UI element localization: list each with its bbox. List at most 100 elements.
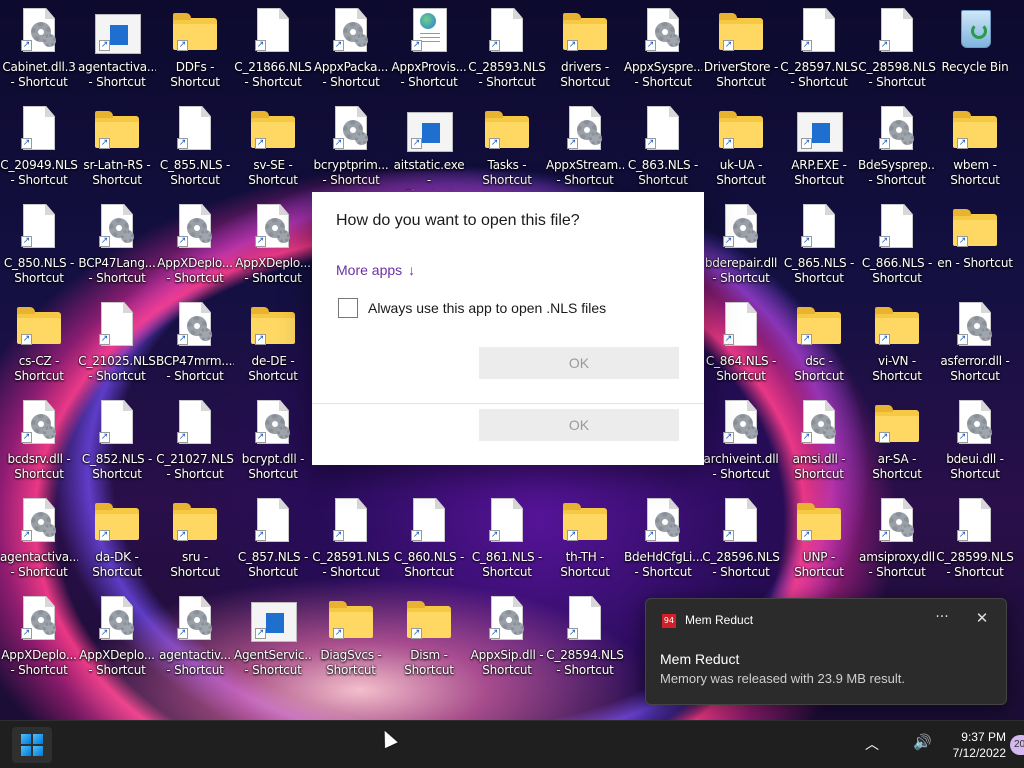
desktop-icon[interactable]: ↗ bcdsrv.dll - Shortcut <box>0 392 78 488</box>
desktop-icon[interactable]: ↗ uk-UA - Shortcut <box>702 98 780 194</box>
desktop-icon[interactable]: ↗ en - Shortcut <box>936 196 1014 292</box>
desktop-icon[interactable]: ↗ bcryptprim... - Shortcut <box>312 98 390 194</box>
taskbar-clock[interactable]: 9:37 PM 7/12/2022 <box>938 729 1006 761</box>
desktop-icon[interactable]: ↗ th-TH - Shortcut <box>546 490 624 586</box>
desktop-icon[interactable]: ↗ AppXDeplo... - Shortcut <box>78 588 156 684</box>
desktop-icon[interactable]: ↗ de-DE - Shortcut <box>234 294 312 390</box>
desktop-icon[interactable]: ↗ C_863.NLS - Shortcut <box>624 98 702 194</box>
desktop-icon[interactable]: ↗ C_21027.NLS - Shortcut <box>156 392 234 488</box>
desktop-icon[interactable]: ↗ C_28596.NLS - Shortcut <box>702 490 780 586</box>
close-icon[interactable]: ✕ <box>972 609 992 627</box>
desktop-icon[interactable]: ↗ C_20949.NLS - Shortcut <box>0 98 78 194</box>
desktop-icon[interactable]: ↗ Tasks - Shortcut <box>468 98 546 194</box>
desktop-icon[interactable]: ↗ C_28593.NLS - Shortcut <box>468 0 546 96</box>
desktop-icon[interactable]: ↗ asferror.dll - Shortcut <box>936 294 1014 390</box>
folder-file-icon: ↗ <box>563 8 607 60</box>
always-use-checkbox[interactable] <box>338 298 358 318</box>
desktop-icon[interactable]: ↗ bderepair.dll - Shortcut <box>702 196 780 292</box>
desktop-icon[interactable]: ↗ C_28591.NLS - Shortcut <box>312 490 390 586</box>
desktop-icon-label: C_857.NLS - Shortcut <box>237 550 309 579</box>
notification-badge[interactable]: 20 <box>1010 735 1024 755</box>
shortcut-arrow-icon: ↗ <box>255 40 266 51</box>
show-hidden-icons-chevron-icon[interactable]: ︿ <box>865 734 879 754</box>
desktop-icon[interactable]: ↗ drivers - Shortcut <box>546 0 624 96</box>
desktop-icon[interactable]: ↗ DiagSvcs - Shortcut <box>312 588 390 684</box>
desktop-icon[interactable]: ↗ aitstatic.exe - Shortcut <box>390 98 468 194</box>
desktop-icon[interactable]: ↗ wbem - Shortcut <box>936 98 1014 194</box>
desktop-icon[interactable]: ↗ C_861.NLS - Shortcut <box>468 490 546 586</box>
desktop-icon[interactable]: ↗ ARP.EXE - Shortcut <box>780 98 858 194</box>
desktop-icon[interactable]: ↗ AppXDeplo... - Shortcut <box>234 196 312 292</box>
shortcut-arrow-icon: ↗ <box>801 432 812 443</box>
desktop-icon[interactable]: ↗ C_28599.NLS - Shortcut <box>936 490 1014 586</box>
folder-file-icon: ↗ <box>719 106 763 158</box>
desktop-icon[interactable]: ↗ AppxPacka... - Shortcut <box>312 0 390 96</box>
desktop-icon[interactable]: ↗ BdeSysprep.... - Shortcut <box>858 98 936 194</box>
desktop-icon[interactable]: ↗ sr-Latn-RS - Shortcut <box>78 98 156 194</box>
start-button[interactable] <box>12 727 52 763</box>
desktop-icon[interactable]: ↗ archiveint.dll - Shortcut <box>702 392 780 488</box>
desktop-icon[interactable]: ↗ C_855.NLS - Shortcut <box>156 98 234 194</box>
desktop-icon[interactable]: ↗ AppxSyspre... - Shortcut <box>624 0 702 96</box>
desktop-icon[interactable]: ↗ Dism - Shortcut <box>390 588 468 684</box>
desktop-icon[interactable]: ↗ BCP47Lang... - Shortcut <box>78 196 156 292</box>
desktop-icon[interactable]: ↗ C_865.NLS - Shortcut <box>780 196 858 292</box>
desktop-icon[interactable]: Recycle Bin <box>936 0 1014 96</box>
ok-button-primary[interactable]: OK <box>479 347 679 379</box>
gear-file-icon: ↗ <box>95 204 139 256</box>
always-use-row[interactable]: Always use this app to open .NLS files <box>338 298 606 318</box>
desktop-icon-label: BdeSysprep.... - Shortcut <box>858 158 936 187</box>
desktop-icon[interactable]: ↗ agentactiva... - Shortcut <box>0 490 78 586</box>
shortcut-arrow-icon: ↗ <box>957 334 968 345</box>
shortcut-arrow-icon: ↗ <box>99 432 110 443</box>
more-apps-link[interactable]: More apps ↓ <box>336 262 415 278</box>
desktop-icon[interactable]: ↗ amsi.dll - Shortcut <box>780 392 858 488</box>
desktop-icon[interactable]: ↗ agentactiv... - Shortcut <box>156 588 234 684</box>
desktop-icon[interactable]: ↗ BCP47mrm.... - Shortcut <box>156 294 234 390</box>
desktop-icon-label: DDFs - Shortcut <box>170 60 220 89</box>
desktop-icon[interactable]: ↗ C_857.NLS - Shortcut <box>234 490 312 586</box>
desktop-icon[interactable]: ↗ C_852.NLS - Shortcut <box>78 392 156 488</box>
more-options-icon[interactable]: ··· <box>932 609 952 625</box>
desktop-icon[interactable]: ↗ bdeui.dll - Shortcut <box>936 392 1014 488</box>
shortcut-arrow-icon: ↗ <box>255 236 266 247</box>
desktop-icon[interactable]: ↗ bcrypt.dll - Shortcut <box>234 392 312 488</box>
desktop-icon[interactable]: ↗ C_28594.NLS - Shortcut <box>546 588 624 684</box>
shortcut-arrow-icon: ↗ <box>255 530 266 541</box>
desktop-icon[interactable]: ↗ C_860.NLS - Shortcut <box>390 490 468 586</box>
desktop-icon-label: ARP.EXE - Shortcut <box>791 158 847 187</box>
desktop-icon[interactable]: ↗ AppXDeplo... - Shortcut <box>0 588 78 684</box>
desktop-icon[interactable]: ↗ C_864.NLS - Shortcut <box>702 294 780 390</box>
desktop-icon[interactable]: ↗ amsiproxy.dll - Shortcut <box>858 490 936 586</box>
desktop-icon[interactable]: ↗ AppxStream... - Shortcut <box>546 98 624 194</box>
gear-file-icon: ↗ <box>17 400 61 452</box>
desktop-icon[interactable]: ↗ AgentServic... - Shortcut <box>234 588 312 684</box>
desktop-icon[interactable]: ↗ DDFs - Shortcut <box>156 0 234 96</box>
desktop-icon[interactable]: ↗ C_850.NLS - Shortcut <box>0 196 78 292</box>
ok-button-footer[interactable]: OK <box>479 409 679 441</box>
desktop-icon[interactable]: ↗ C_21866.NLS - Shortcut <box>234 0 312 96</box>
desktop-icon[interactable]: ↗ C_866.NLS - Shortcut <box>858 196 936 292</box>
desktop-icon[interactable]: ↗ AppxSip.dll - Shortcut <box>468 588 546 684</box>
desktop-icon[interactable]: ↗ C_28598.NLS - Shortcut <box>858 0 936 96</box>
desktop-icon[interactable]: ↗ C_28597.NLS - Shortcut <box>780 0 858 96</box>
desktop-icon[interactable]: ↗ C_21025.NLS - Shortcut <box>78 294 156 390</box>
desktop-icon[interactable]: ↗ AppXDeplo... - Shortcut <box>156 196 234 292</box>
desktop-icon[interactable]: ↗ ar-SA - Shortcut <box>858 392 936 488</box>
folder-file-icon: ↗ <box>251 106 295 158</box>
desktop-icon[interactable]: ↗ UNP - Shortcut <box>780 490 858 586</box>
desktop-icon[interactable]: ↗ BdeHdCfgLi... - Shortcut <box>624 490 702 586</box>
desktop-icon[interactable]: ↗ sv-SE - Shortcut <box>234 98 312 194</box>
desktop-icon[interactable]: ↗ dsc - Shortcut <box>780 294 858 390</box>
speaker-icon[interactable]: 🔊 <box>913 733 932 751</box>
desktop-icon[interactable]: ↗ sru - Shortcut <box>156 490 234 586</box>
shortcut-arrow-icon: ↗ <box>255 628 266 639</box>
desktop-icon[interactable]: ↗ da-DK - Shortcut <box>78 490 156 586</box>
desktop-icon[interactable]: ↗ cs-CZ - Shortcut <box>0 294 78 390</box>
desktop-icon[interactable]: ↗ DriverStore - Shortcut <box>702 0 780 96</box>
notification-toast[interactable]: 94 Mem Reduct ··· ✕ Mem Reduct Memory wa… <box>645 598 1007 705</box>
desktop-icon[interactable]: ↗ Cabinet.dll.3 - Shortcut <box>0 0 78 96</box>
desktop-icon[interactable]: ↗ vi-VN - Shortcut <box>858 294 936 390</box>
desktop-icon[interactable]: ↗ AppxProvis... - Shortcut <box>390 0 468 96</box>
desktop-icon[interactable]: ↗ agentactiva... - Shortcut <box>78 0 156 96</box>
